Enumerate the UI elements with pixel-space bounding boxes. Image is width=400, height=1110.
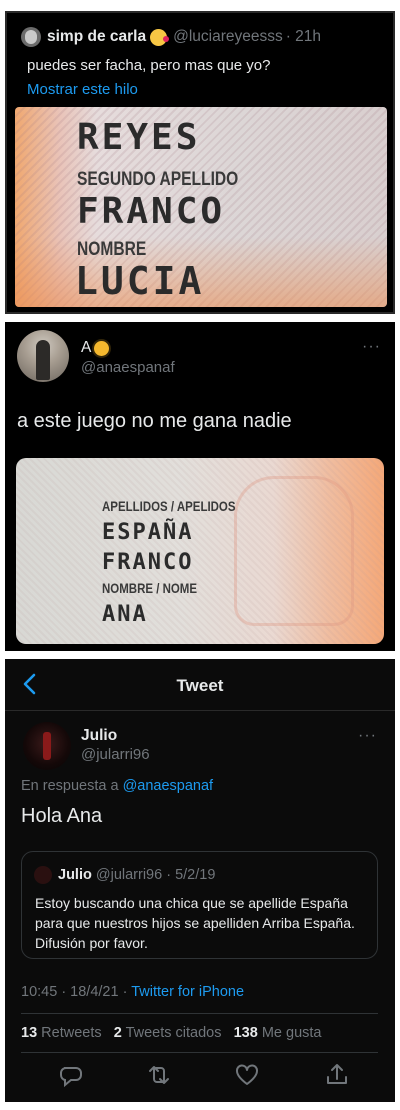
- tweet-timestamp: 10:45 · 18/4/21 ·: [21, 984, 128, 1000]
- divider: [21, 1052, 378, 1053]
- quotes-count[interactable]: 2: [114, 1025, 122, 1041]
- quoted-date: · 5/2/19: [166, 867, 216, 883]
- handle[interactable]: @luciareyeesss: [173, 28, 283, 46]
- quoted-tweet[interactable]: Julio @jularri96 · 5/2/19 Estoy buscando…: [21, 851, 378, 959]
- display-name[interactable]: simp de carla: [47, 28, 146, 46]
- like-heart-icon[interactable]: [233, 1061, 261, 1089]
- display-name[interactable]: Julio: [81, 727, 117, 745]
- card-surname-1: ESPAÑA: [102, 520, 194, 545]
- action-bar: [21, 1061, 378, 1089]
- id-card-image[interactable]: REYES SEGUNDO APELLIDO FRANCO NOMBRE LUC…: [15, 107, 387, 307]
- timestamp[interactable]: · 21h: [286, 28, 321, 46]
- share-icon[interactable]: [323, 1061, 351, 1089]
- top-bar: Tweet: [5, 659, 395, 711]
- avatar[interactable]: [17, 330, 69, 382]
- reply-prefix: En respuesta a: [21, 778, 119, 794]
- quoted-header: Julio @jularri96 · 5/2/19: [58, 867, 215, 883]
- quotes-label[interactable]: Tweets citados: [126, 1025, 222, 1041]
- handle[interactable]: @anaespanaf: [81, 359, 175, 376]
- card-label-second-surname: SEGUNDO APELLIDO: [77, 169, 239, 190]
- avatar[interactable]: [21, 27, 41, 47]
- card-surname-2: FRANCO: [77, 191, 226, 232]
- retweet-icon[interactable]: [145, 1061, 173, 1089]
- likes-label[interactable]: Me gusta: [262, 1025, 322, 1041]
- quoted-name: Julio: [58, 867, 92, 883]
- page-title: Tweet: [176, 676, 224, 695]
- show-thread-link[interactable]: Mostrar este hilo: [27, 81, 138, 98]
- sun-emoji-icon: [94, 340, 110, 356]
- card-label-surnames: APELLIDOS / APELIDOS: [102, 498, 236, 514]
- more-options-icon[interactable]: ···: [358, 727, 377, 745]
- tweet-card-luciareyeesss[interactable]: simp de carla @luciareyeesss · 21h puede…: [5, 11, 395, 314]
- tweet-meta: 10:45 · 18/4/21 · Twitter for iPhone: [21, 984, 244, 1000]
- tweet-source-link[interactable]: Twitter for iPhone: [131, 984, 244, 1000]
- quoted-avatar: [34, 866, 52, 884]
- likes-count[interactable]: 138: [234, 1025, 258, 1041]
- more-options-icon[interactable]: ···: [362, 338, 381, 356]
- reply-context: En respuesta a @anaespanaf: [21, 778, 213, 794]
- display-name: A: [81, 339, 92, 356]
- tweet-text: puedes ser facha, pero mas que yo?: [27, 57, 271, 74]
- retweets-label[interactable]: Retweets: [41, 1025, 101, 1041]
- tweet-text: a este juego no me gana nadie: [17, 410, 292, 432]
- card-surname-1: REYES: [77, 117, 201, 158]
- tweet-stats: 13 Retweets 2 Tweets citados 138 Me gust…: [21, 1025, 321, 1041]
- tweet-header: simp de carla @luciareyeesss · 21h: [21, 27, 383, 47]
- reply-icon[interactable]: [57, 1061, 85, 1089]
- tweet-text: Hola Ana: [21, 805, 103, 827]
- card-first-name: ANA: [102, 602, 148, 627]
- retweets-count[interactable]: 13: [21, 1025, 37, 1041]
- tweet-card-anaespanaf[interactable]: A @anaespanaf ··· a este juego no me gan…: [5, 322, 395, 651]
- card-surname-2: FRANCO: [102, 550, 194, 575]
- avatar[interactable]: [23, 722, 71, 770]
- quoted-handle: @jularri96: [95, 867, 163, 883]
- reply-mention-link[interactable]: @anaespanaf: [123, 778, 214, 794]
- id-card-image[interactable]: APELLIDOS / APELIDOS ESPAÑA FRANCO NOMBR…: [16, 458, 384, 644]
- tweet-detail-view: Tweet Julio @jularri96 ··· En respuesta …: [5, 659, 395, 1102]
- card-label-name: NOMBRE: [77, 239, 147, 260]
- card-first-name: LUCIA: [75, 259, 205, 303]
- divider: [21, 1013, 378, 1014]
- kiss-emoji-icon: [150, 28, 170, 46]
- card-label-name: NOMBRE / NOME: [102, 580, 198, 596]
- quoted-text: Estoy buscando una chica que se apellide…: [35, 895, 355, 951]
- display-name-row[interactable]: A: [81, 339, 110, 357]
- handle[interactable]: @jularri96: [81, 746, 150, 763]
- coat-of-arms-watermark: [234, 476, 354, 626]
